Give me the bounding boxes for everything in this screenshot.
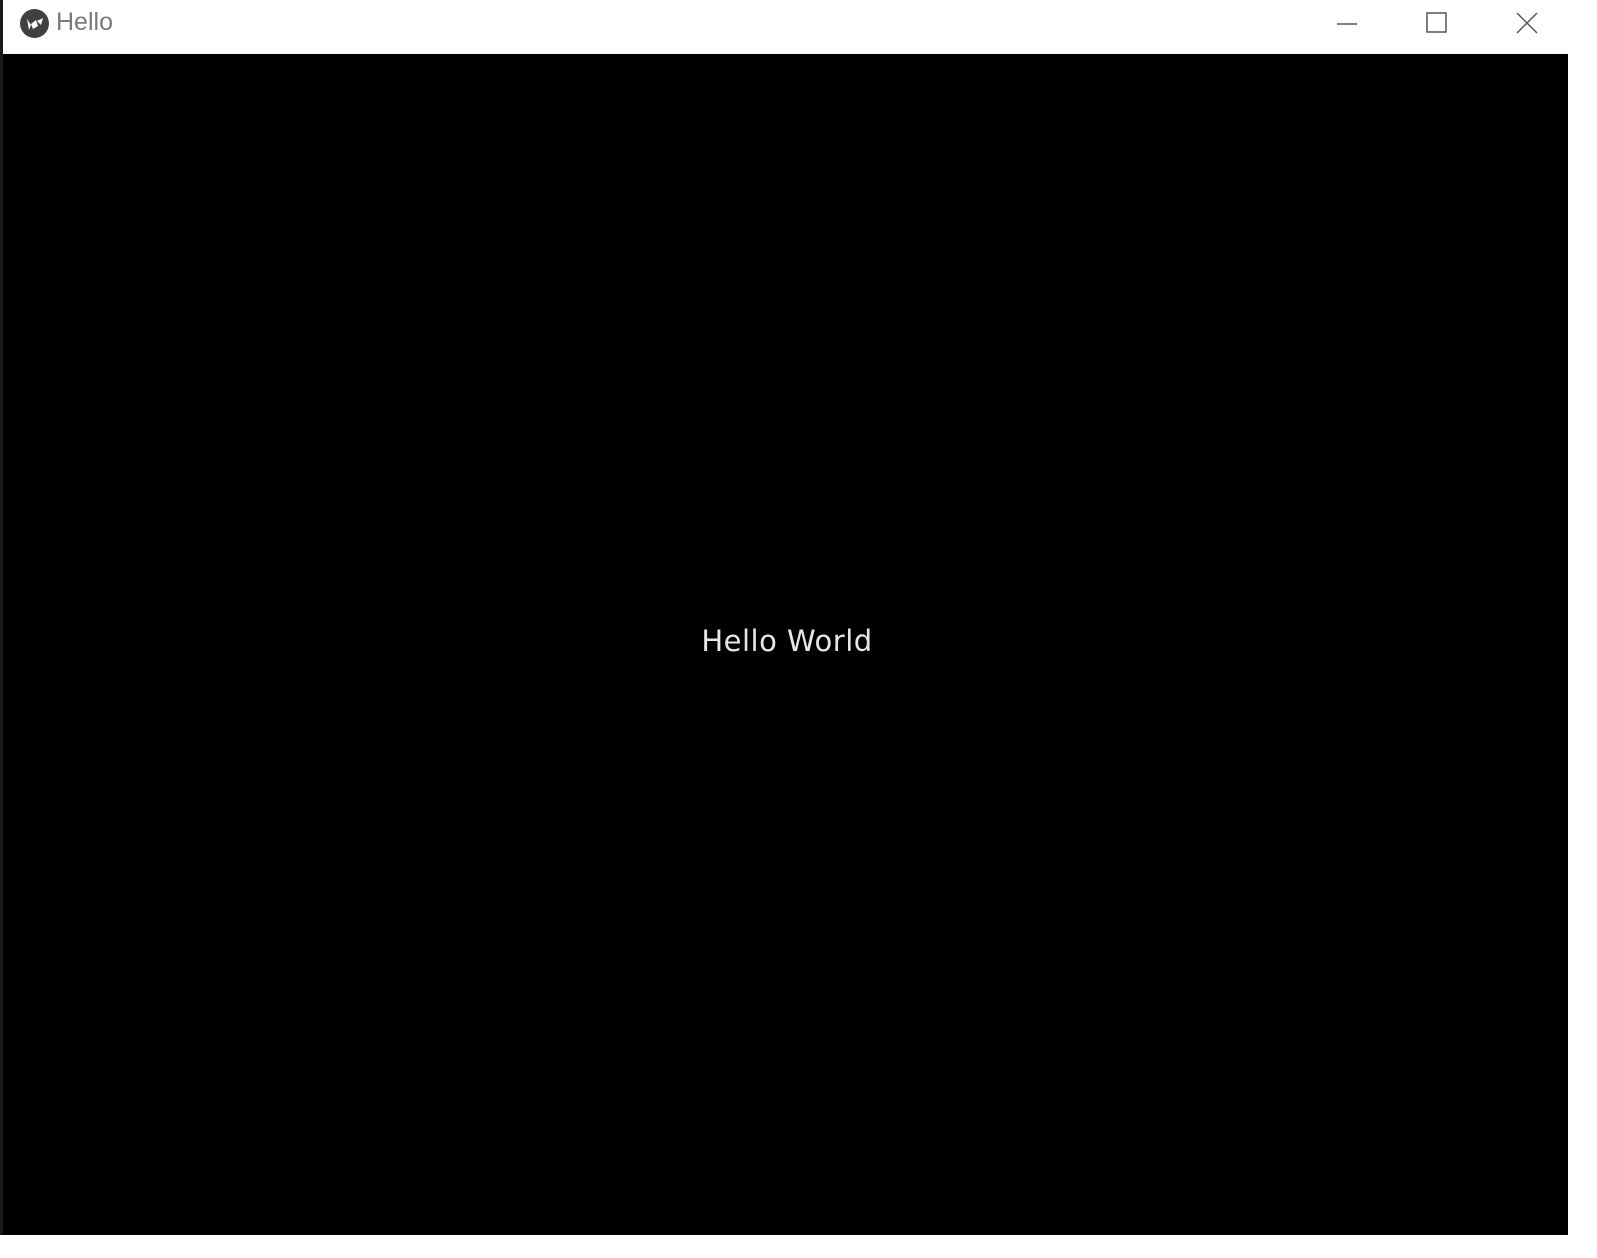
- desktop-background-right: [1568, 0, 1597, 1258]
- window-title: Hello: [56, 8, 113, 36]
- desktop-background-bottom: [0, 1235, 1597, 1258]
- minimize-button[interactable]: [1302, 0, 1392, 46]
- title-bar[interactable]: Hello: [3, 0, 1568, 54]
- close-button[interactable]: [1482, 0, 1572, 46]
- kivy-logo-icon[interactable]: [20, 9, 49, 38]
- app-window: Hello Hello World: [3, 0, 1568, 1235]
- hello-world-label: Hello World: [701, 624, 873, 658]
- app-canvas[interactable]: Hello World: [3, 54, 1568, 1235]
- maximize-icon: [1426, 12, 1447, 33]
- minimize-icon: [1337, 23, 1357, 25]
- maximize-button[interactable]: [1392, 0, 1482, 46]
- close-icon: [1516, 12, 1538, 34]
